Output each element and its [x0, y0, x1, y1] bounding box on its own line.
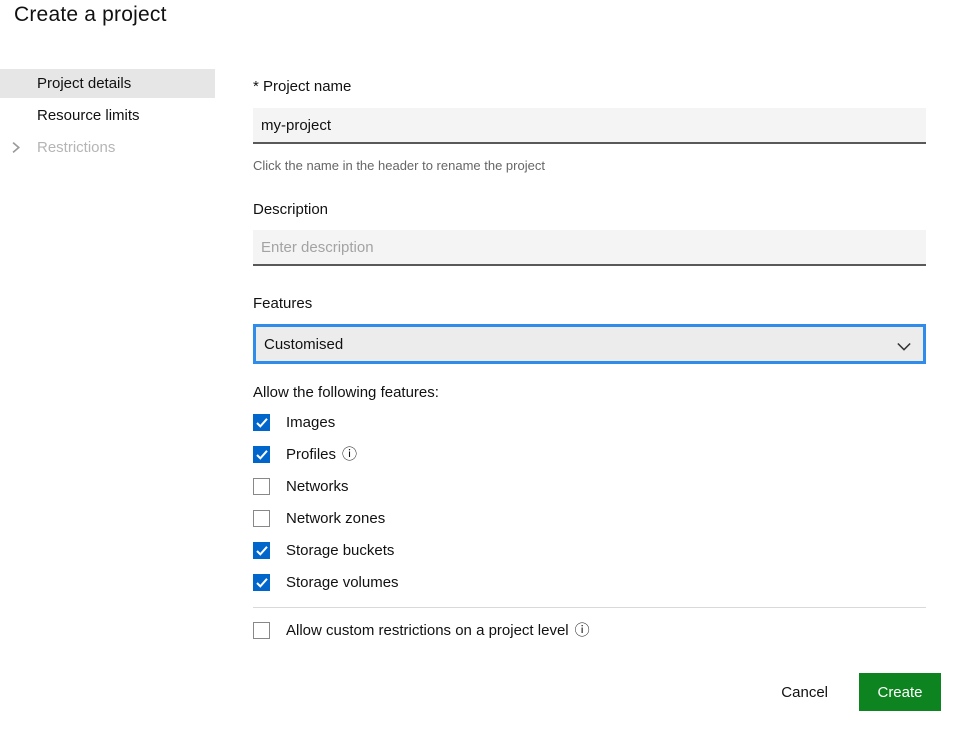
checkbox-label[interactable]: Network zones: [286, 510, 385, 527]
network-zones-checkbox[interactable]: [253, 510, 270, 527]
chevron-right-icon[interactable]: [9, 141, 22, 154]
project-name-input[interactable]: [253, 108, 926, 144]
checkbox-label[interactable]: Allow custom restrictions on a project l…: [286, 622, 590, 639]
profiles-checkbox[interactable]: [253, 446, 270, 463]
features-label: Features: [253, 295, 312, 312]
section-divider: [253, 607, 926, 608]
custom-restrictions-checkbox[interactable]: [253, 622, 270, 639]
feature-row-images: Images: [253, 414, 335, 431]
description-label: Description: [253, 201, 328, 218]
cancel-button[interactable]: Cancel: [781, 684, 828, 701]
features-select-value: Customised: [264, 336, 343, 353]
project-name-help: Click the name in the header to rename t…: [253, 158, 545, 173]
storage-volumes-checkbox[interactable]: [253, 574, 270, 591]
networks-checkbox[interactable]: [253, 478, 270, 495]
form-footer: Cancel Create: [781, 673, 941, 711]
sidebar-item-label: Restrictions: [37, 139, 115, 156]
custom-restrictions-row: Allow custom restrictions on a project l…: [253, 622, 590, 639]
sidebar-item-label: Project details: [37, 75, 131, 92]
checkbox-label[interactable]: Networks: [286, 478, 349, 495]
chevron-down-icon: [897, 339, 911, 349]
info-icon[interactable]: ⓘ: [342, 447, 357, 462]
sidebar-item-resource-limits[interactable]: Resource limits: [0, 101, 215, 130]
create-button[interactable]: Create: [859, 673, 941, 711]
info-icon[interactable]: ⓘ: [575, 623, 590, 638]
feature-row-networks: Networks: [253, 478, 349, 495]
sidebar-item-label: Resource limits: [37, 107, 140, 124]
page-title: Create a project: [14, 3, 167, 27]
sidebar-item-restrictions[interactable]: Restrictions: [0, 133, 215, 162]
feature-row-network-zones: Network zones: [253, 510, 385, 527]
project-name-label: * Project name: [253, 78, 351, 95]
images-checkbox[interactable]: [253, 414, 270, 431]
description-input[interactable]: [253, 230, 926, 266]
checkbox-label[interactable]: Storage buckets: [286, 542, 394, 559]
checkbox-label[interactable]: Profiles ⓘ: [286, 446, 357, 463]
features-group-heading: Allow the following features:: [253, 384, 439, 401]
checkbox-label[interactable]: Images: [286, 414, 335, 431]
checkbox-label[interactable]: Storage volumes: [286, 574, 399, 591]
storage-buckets-checkbox[interactable]: [253, 542, 270, 559]
features-select[interactable]: Customised: [253, 324, 926, 364]
sidebar-item-project-details[interactable]: Project details: [0, 69, 215, 98]
feature-row-storage-buckets: Storage buckets: [253, 542, 394, 559]
feature-row-storage-volumes: Storage volumes: [253, 574, 399, 591]
form-nav-sidebar: Project details Resource limits Restrict…: [0, 69, 215, 165]
feature-row-profiles: Profiles ⓘ: [253, 446, 357, 463]
